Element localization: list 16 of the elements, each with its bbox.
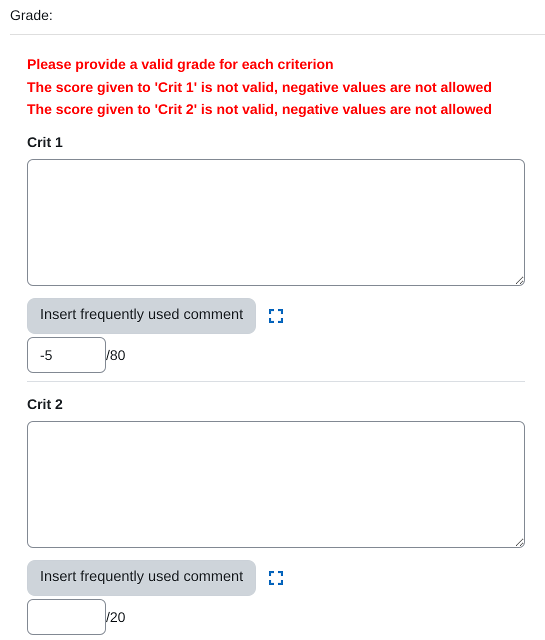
max-score: /20 [106, 608, 126, 626]
error-message: Please provide a valid grade for each criterion [27, 55, 335, 74]
score-field[interactable]: -5 [27, 336, 106, 372]
expand-icon[interactable] [269, 570, 284, 584]
insert-comment-button[interactable]: Insert frequently used comment [27, 298, 256, 334]
criterion-title: Crit 1 [27, 132, 64, 152]
insert-comment-button[interactable]: Insert frequently used comment [27, 560, 256, 596]
comment-field[interactable] [27, 158, 525, 286]
error-message: The score given to 'Crit 1' is not valid, negative values are not allowed [27, 78, 493, 97]
max-score: /80 [106, 346, 126, 364]
comment-field[interactable] [27, 420, 525, 548]
grade-label: Grade: [10, 7, 53, 23]
criterion-title: Crit 2 [27, 394, 64, 414]
score-field[interactable] [27, 598, 106, 634]
expand-icon[interactable] [269, 308, 284, 322]
error-message: The score given to 'Crit 2' is not valid, negative values are not allowed [27, 100, 493, 119]
